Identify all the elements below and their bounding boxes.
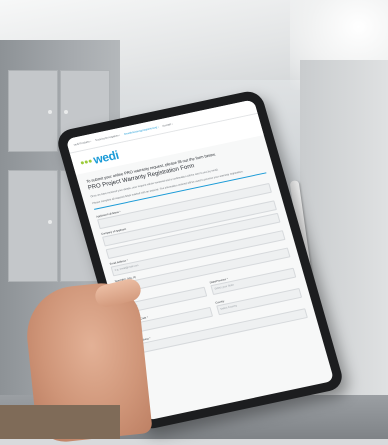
state-placeholder: Select your State [214, 283, 235, 291]
country-value: Select Country [220, 304, 238, 311]
cabinet-knob [48, 220, 52, 224]
nav-item-active[interactable]: Gewährleistungsregistrierung › [124, 125, 159, 135]
nav-item[interactable]: wedi Produkte › [73, 140, 91, 147]
nav-item[interactable]: Technische Angaben › [95, 133, 121, 141]
email-placeholder: e.g. email@mail.com [114, 264, 139, 273]
brand-logo[interactable]: wedi [92, 148, 121, 167]
cabinet-door [8, 170, 58, 282]
nav-item[interactable]: Kontakt › [162, 122, 173, 127]
sleeve [0, 405, 120, 439]
cabinet-knob [64, 110, 68, 114]
cabinet-knob [48, 110, 52, 114]
logo-dots-icon [80, 158, 92, 165]
